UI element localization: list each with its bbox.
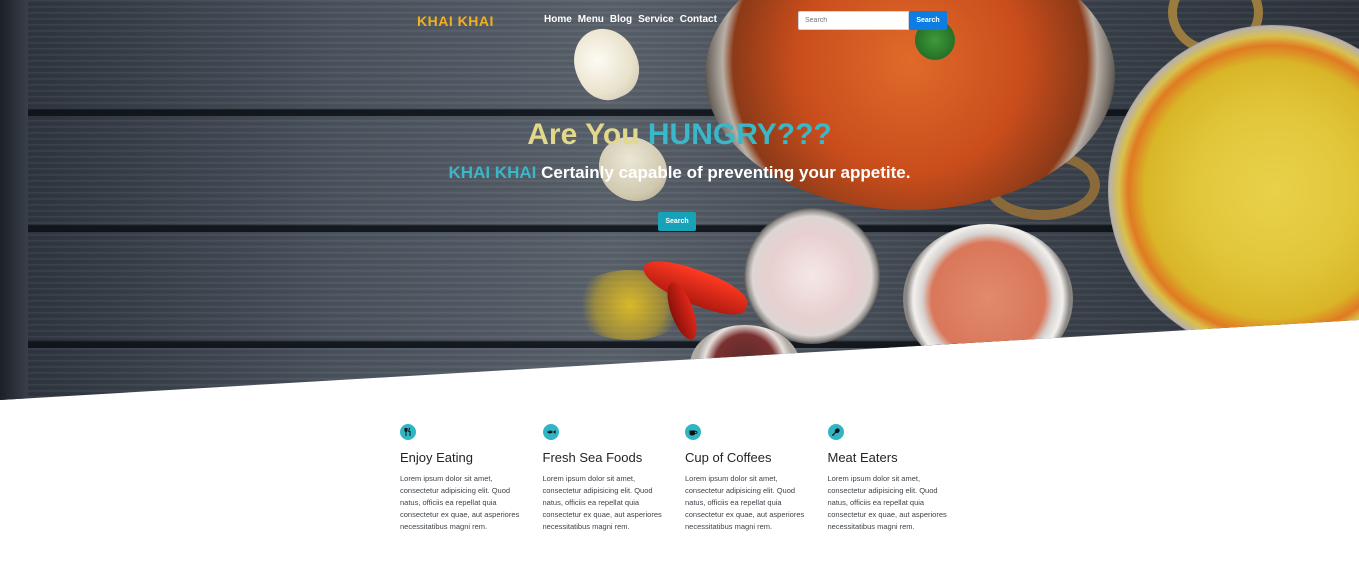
nav-link-menu[interactable]: Menu [578,14,604,25]
hero-title: Are You HUNGRY??? [0,118,1359,152]
hero-subtitle-brand: KHAI KHAI [448,163,537,182]
nav-search-form: Search [798,11,947,30]
feature-title: Enjoy Eating [400,450,473,465]
coffee-icon [685,424,701,440]
lentil-bowl-image [903,224,1073,374]
utensils-icon [400,424,416,440]
feature-text: Lorem ipsum dolor sit amet, consectetur … [542,474,662,531]
drumstick-icon [827,424,844,440]
main-nav: Home Menu Blog Service Contact [544,14,717,25]
features-section: Enjoy Eating Lorem ipsum dolor sit amet,… [400,424,970,533]
hero-banner [0,0,1359,400]
hero-subtitle-text: Certainly capable of preventing your app… [536,163,911,182]
feature-text: Lorem ipsum dolor sit amet, consectetur … [827,474,947,531]
hero-subtitle: KHAI KHAI Certainly capable of preventin… [0,163,1359,183]
feature-title: Meat Eaters [827,450,898,465]
nav-link-home[interactable]: Home [544,14,572,25]
search-input[interactable] [798,11,909,30]
nav-link-service[interactable]: Service [638,14,674,25]
feature-card: Fresh Sea Foods Lorem ipsum dolor sit am… [542,424,686,533]
hero-title-lead: Are You [527,118,648,151]
search-button[interactable]: Search [909,11,947,30]
feature-card: Meat Eaters Lorem ipsum dolor sit amet, … [827,424,971,533]
brand-logo[interactable]: KHAI KHAI [417,13,494,29]
feature-title: Cup of Coffees [685,450,772,465]
spice-bowl-image [690,325,800,400]
feature-title: Fresh Sea Foods [542,450,643,465]
nav-link-blog[interactable]: Blog [610,14,632,25]
wood-plank-edge [0,0,28,400]
fish-icon [542,424,559,440]
hero-search-button[interactable]: Search [658,212,696,231]
feature-card: Cup of Coffees Lorem ipsum dolor sit ame… [685,424,828,533]
feature-text: Lorem ipsum dolor sit amet, consectetur … [400,474,520,531]
garlic-decoration [562,18,650,110]
rice-pot-image [1108,25,1359,355]
hero-title-highlight: HUNGRY??? [647,118,832,151]
nav-link-contact[interactable]: Contact [680,14,717,25]
feature-card: Enjoy Eating Lorem ipsum dolor sit amet,… [400,424,543,533]
salt-bowl-image [744,208,880,344]
feature-text: Lorem ipsum dolor sit amet, consectetur … [685,474,805,531]
